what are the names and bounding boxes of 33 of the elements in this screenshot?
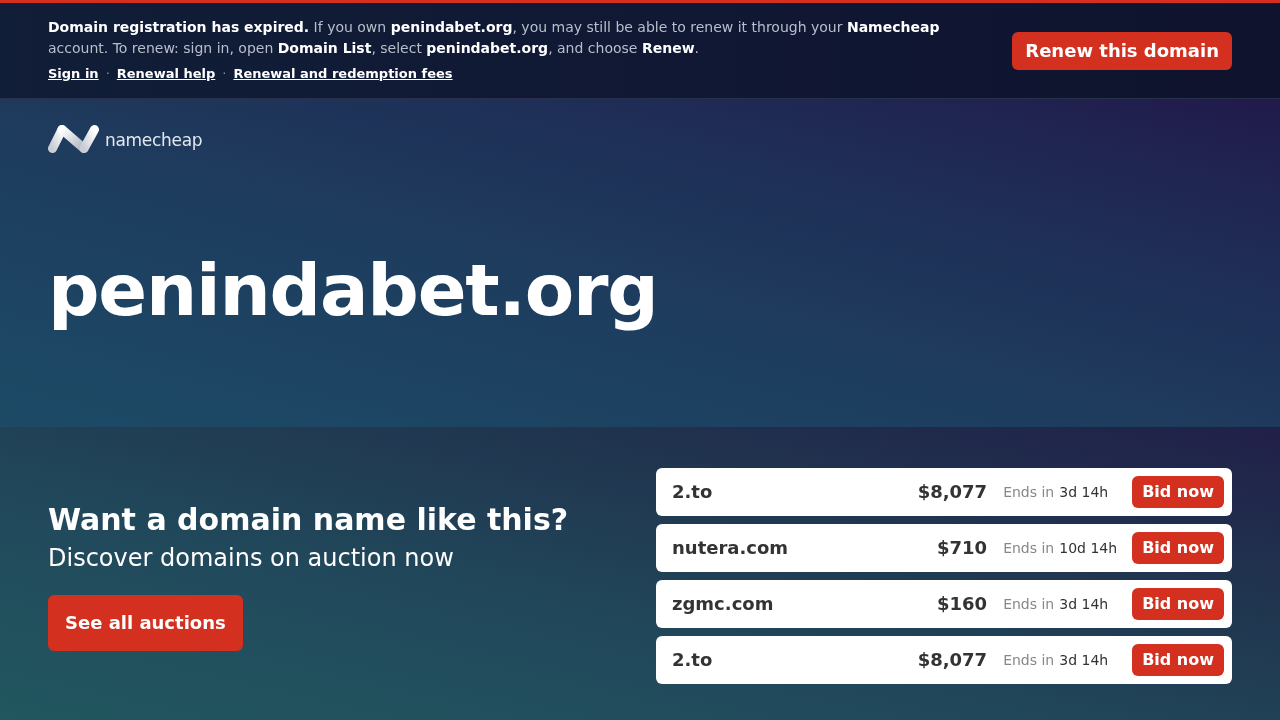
ends-label: Ends in xyxy=(1003,483,1055,500)
ends-label: Ends in xyxy=(1003,539,1055,556)
ends-time-text: 3d 14h xyxy=(1059,651,1109,668)
logo-wordmark: namecheap xyxy=(105,130,203,150)
price-text: $710 xyxy=(937,537,988,558)
domain-name: 2.to xyxy=(672,481,714,502)
domain-title: penindabet.org xyxy=(48,247,658,333)
bid-now-button[interactable]: Bid now xyxy=(1132,475,1224,508)
logo-n-icon xyxy=(48,125,99,153)
auction-subtitle: Discover domains on auction now xyxy=(48,542,454,573)
domain-name: zgmc.com xyxy=(672,593,775,614)
price-text: $8,077 xyxy=(917,481,988,502)
price-text: $160 xyxy=(937,593,988,614)
banner-link[interactable]: Sign in xyxy=(48,65,99,83)
ends-label: Ends in xyxy=(1003,595,1055,612)
renew-domain-button[interactable]: Renew this domain xyxy=(1012,32,1232,70)
auction-heading: Want a domain name like this? xyxy=(48,500,569,539)
bid-now-button[interactable]: Bid now xyxy=(1132,643,1224,676)
separator-dot: · xyxy=(105,65,110,83)
ends-time-text: 10d 14h xyxy=(1059,539,1118,556)
bid-now-button[interactable]: Bid now xyxy=(1132,531,1224,564)
domain-name: 2.to xyxy=(672,649,714,670)
ends-time-text: 3d 14h xyxy=(1059,483,1109,500)
separator-dot: · xyxy=(222,65,227,83)
domain-name: nutera.com xyxy=(672,537,790,558)
price-text: $8,077 xyxy=(917,649,988,670)
banner-link[interactable]: Renewal help xyxy=(116,65,216,83)
ends-time-text: 3d 14h xyxy=(1059,595,1109,612)
expiry-notice: Domain registration has expired. If you own penindabet.org, you may still be able to renew it through your Namecheap account. To renew: sign in, open Domain List, select penindabet.org, and choose Renew. xyxy=(48,18,941,58)
ends-label: Ends in xyxy=(1003,651,1055,668)
banner-link[interactable]: Renewal and redemption fees xyxy=(233,65,453,83)
see-all-auctions-button[interactable]: See all auctions xyxy=(48,594,243,651)
bid-now-button[interactable]: Bid now xyxy=(1132,587,1224,620)
